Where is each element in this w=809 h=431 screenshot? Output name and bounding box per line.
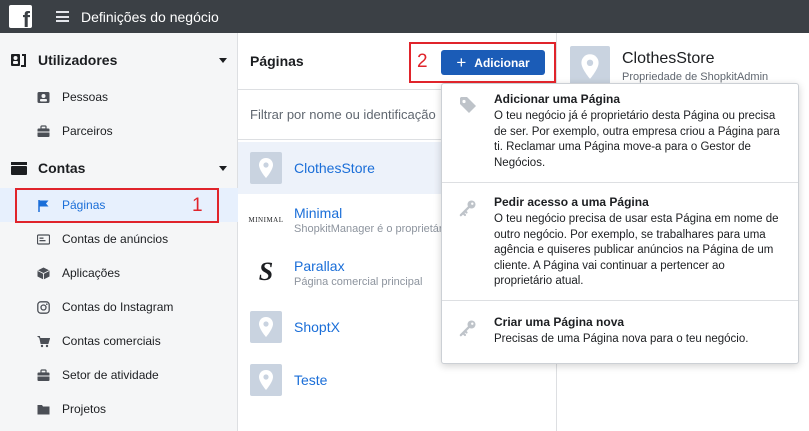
- detail-page-name: ClothesStore: [622, 50, 715, 67]
- sidebar-item-label: Projetos: [62, 402, 107, 416]
- page-name[interactable]: Minimal: [294, 205, 342, 221]
- menu-item-title: Criar uma Página nova: [494, 315, 625, 329]
- s-logo-icon: S: [258, 257, 274, 286]
- sidebar-item-label: Parceiros: [62, 124, 113, 138]
- menu-item-add-page[interactable]: Adicionar uma Página O teu negócio já é …: [442, 92, 798, 182]
- annotation-number-2: 2: [417, 51, 428, 72]
- briefcase-icon: [36, 124, 50, 138]
- placeholder-pin-icon: [250, 152, 282, 184]
- page-thumbnail: [250, 152, 282, 184]
- sidebar-item-label: Contas de anúncios: [62, 232, 169, 246]
- cube-icon: [36, 266, 50, 280]
- page-name[interactable]: ShoptX: [294, 319, 340, 335]
- top-bar: f Definições do negócio: [0, 0, 809, 33]
- person-card-icon: [36, 90, 50, 104]
- sidebar-section-title: Utilizadores: [38, 52, 118, 68]
- briefcase-icon: [36, 368, 50, 382]
- sidebar-item-label: Setor de atividade: [62, 368, 159, 382]
- page-subtitle: Página comercial principal: [294, 276, 423, 288]
- sidebar-item-parceiros[interactable]: Parceiros: [0, 114, 238, 148]
- chevron-down-icon[interactable]: [219, 57, 227, 63]
- cart-icon: [36, 334, 50, 348]
- accounts-icon: [10, 159, 28, 177]
- sidebar-item-setor-atividade[interactable]: Setor de atividade: [0, 358, 238, 392]
- page-thumbnail: MINIMAL: [248, 204, 284, 236]
- sidebar-item-contas-anuncios[interactable]: Contas de anúncios: [0, 222, 238, 256]
- facebook-logo-icon[interactable]: f: [9, 5, 32, 28]
- sidebar-item-label: Pessoas: [62, 90, 109, 104]
- sidebar-item-pessoas[interactable]: Pessoas: [0, 80, 238, 114]
- page-name[interactable]: Teste: [294, 372, 327, 388]
- sidebar-item-instagram[interactable]: Contas do Instagram: [0, 290, 238, 324]
- annotation-number-1: 1: [192, 195, 203, 216]
- instagram-icon: [36, 300, 50, 314]
- sidebar-section-accounts[interactable]: Contas: [0, 151, 238, 185]
- placeholder-pin-icon: [250, 311, 282, 343]
- menu-item-title: Pedir acesso a uma Página: [494, 195, 649, 209]
- page-thumbnail: [250, 364, 282, 396]
- page-thumbnail: S: [250, 256, 282, 288]
- menu-item-title: Adicionar uma Página: [494, 92, 621, 106]
- page-subtitle: ShopkitManager é o proprietário: [294, 223, 452, 235]
- placeholder-pin-icon: [570, 46, 610, 86]
- sidebar-item-label: Aplicações: [62, 266, 121, 280]
- page-thumbnail: [570, 46, 610, 86]
- divider: [442, 182, 798, 183]
- annotation-box-2: [409, 42, 556, 83]
- menu-item-request-access[interactable]: Pedir acesso a uma Página O teu negócio …: [442, 195, 798, 291]
- sidebar-item-contas-comerciais[interactable]: Contas comerciais: [0, 324, 238, 358]
- add-page-dropdown: Adicionar uma Página O teu negócio já é …: [441, 83, 799, 364]
- sidebar: Utilizadores Pessoas Parceiros Contas Pá…: [0, 33, 238, 431]
- key-icon: [458, 198, 478, 218]
- page-name[interactable]: Parallax: [294, 258, 345, 274]
- sidebar-item-aplicacoes[interactable]: Aplicações: [0, 256, 238, 290]
- annotation-box-1: [15, 188, 219, 223]
- placeholder-pin-icon: [250, 364, 282, 396]
- menu-item-description: O teu negócio já é proprietário desta Pá…: [494, 110, 780, 169]
- detail-page-owner: Propriedade de ShopkitAdmin: [622, 71, 769, 83]
- page-thumbnail: [250, 311, 282, 343]
- menu-item-description: O teu negócio precisa de usar esta Págin…: [494, 213, 779, 287]
- page-title: Definições do negócio: [81, 8, 219, 25]
- users-icon: [10, 51, 28, 69]
- menu-item-create-page[interactable]: Criar uma Página nova Precisas de uma Pá…: [442, 315, 798, 355]
- folder-icon: [36, 402, 50, 416]
- minimal-logo-icon: MINIMAL: [248, 216, 284, 224]
- sidebar-item-label: Contas comerciais: [62, 334, 161, 348]
- menu-item-description: Precisas de uma Página nova para o teu n…: [494, 333, 749, 345]
- sidebar-section-title: Contas: [38, 160, 86, 176]
- page-name[interactable]: ClothesStore: [294, 160, 375, 176]
- hamburger-menu-icon[interactable]: [56, 11, 69, 22]
- pages-heading: Páginas: [250, 53, 304, 69]
- chevron-down-icon[interactable]: [219, 165, 227, 171]
- key-icon: [458, 318, 478, 338]
- sidebar-section-users[interactable]: Utilizadores: [0, 43, 238, 77]
- sidebar-item-label: Contas do Instagram: [62, 300, 174, 314]
- ad-account-icon: [36, 232, 50, 246]
- sidebar-item-projetos[interactable]: Projetos: [0, 392, 238, 426]
- tag-icon: [458, 95, 478, 115]
- divider: [442, 300, 798, 301]
- filter-input[interactable]: Filtrar por nome ou identificação: [250, 107, 436, 122]
